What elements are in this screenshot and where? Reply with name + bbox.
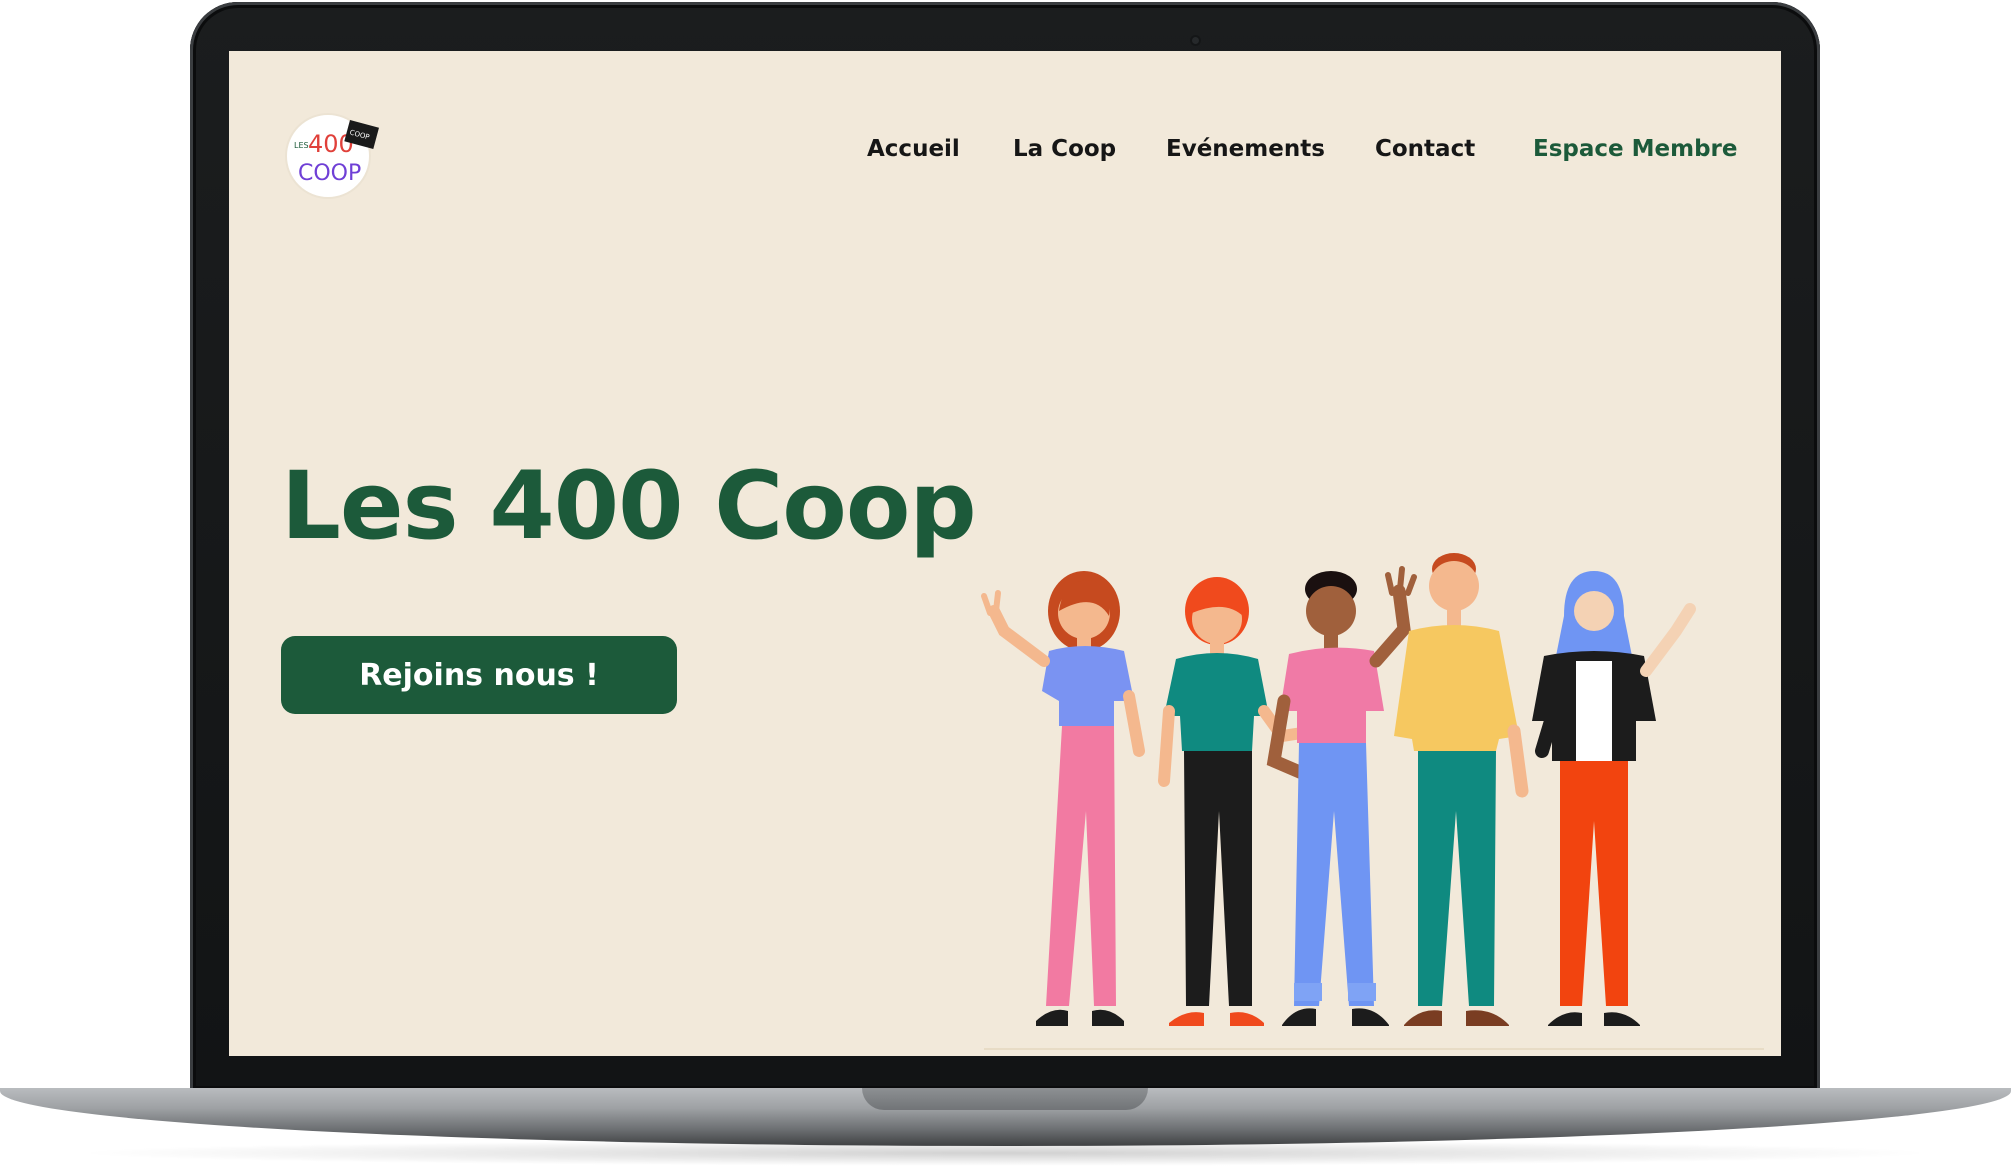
nav-link-espace-membre[interactable]: Espace Membre [1533, 136, 1737, 162]
webcam-icon [1190, 35, 1201, 46]
nav-link-la-coop[interactable]: La Coop [1013, 136, 1116, 162]
website-screen: LES 400 COOP COOP Accueil La Coop Evénem… [229, 51, 1781, 1056]
person-waving [1266, 566, 1417, 1026]
nav-link-evenements[interactable]: Evénements [1166, 136, 1325, 162]
person-yellow-shirt [1394, 553, 1529, 1026]
laptop-opening-notch [862, 1088, 1148, 1110]
person-hijab [1532, 571, 1696, 1026]
community-illustration [981, 553, 1764, 1050]
nav-link-accueil[interactable]: Accueil [867, 136, 960, 162]
join-us-button[interactable]: Rejoins nous ! [281, 636, 677, 714]
person-peace-sign [981, 571, 1145, 1026]
mockup-canvas: LES 400 COOP COOP Accueil La Coop Evénem… [0, 0, 2011, 1171]
hero-title: Les 400 Coop [281, 452, 977, 561]
person-teal-shirt [1158, 577, 1308, 1026]
main-nav: Accueil La Coop Evénements Contact Espac… [229, 136, 1781, 176]
nav-link-contact[interactable]: Contact [1375, 136, 1475, 162]
